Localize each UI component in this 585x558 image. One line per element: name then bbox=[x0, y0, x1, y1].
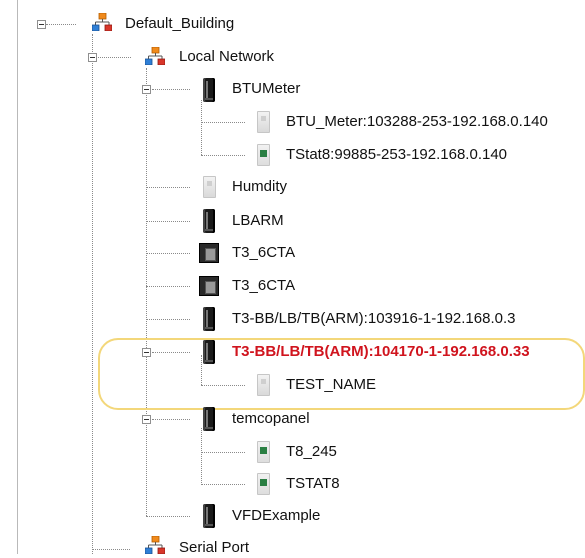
thermostat-icon bbox=[257, 144, 270, 166]
collapse-toggle[interactable] bbox=[88, 53, 97, 62]
thermostat-icon bbox=[257, 473, 270, 495]
tree-node-label: T8_245 bbox=[286, 443, 337, 460]
tree-node-label: TStat8:99885-253-192.168.0.140 bbox=[286, 146, 508, 163]
tree-line bbox=[201, 100, 202, 155]
collapse-toggle[interactable] bbox=[142, 415, 151, 424]
tree-line bbox=[201, 428, 202, 485]
tree-line bbox=[146, 253, 190, 254]
tree-node-label: BTU_Meter:103288-253-192.168.0.140 bbox=[286, 113, 548, 130]
tree-node-label: Default_Building bbox=[125, 15, 235, 32]
tree-line bbox=[152, 89, 190, 90]
tree-line bbox=[92, 549, 130, 550]
tree-line bbox=[201, 452, 245, 453]
controller-icon bbox=[199, 276, 219, 296]
thermostat-icon bbox=[257, 111, 270, 133]
tree-node-label: Humdity bbox=[232, 178, 288, 195]
tree-line bbox=[146, 319, 190, 320]
tree-node-label: LBARM bbox=[232, 212, 284, 229]
controller-icon bbox=[199, 243, 219, 263]
tree-node-label: BTUMeter bbox=[232, 80, 301, 97]
tree-node-label: T3-BB/LB/TB(ARM):104170-1-192.168.0.33 bbox=[232, 343, 530, 360]
tree-node-label: temcopanel bbox=[232, 410, 310, 427]
thermostat-icon bbox=[203, 176, 216, 198]
network-icon bbox=[145, 47, 165, 65]
tree-line bbox=[98, 57, 131, 58]
tree-node-label: T3_6CTA bbox=[232, 244, 296, 261]
controller-icon bbox=[203, 407, 215, 431]
tree-line bbox=[146, 187, 190, 188]
tree-line bbox=[146, 221, 190, 222]
tree-line bbox=[146, 68, 147, 516]
tree-line bbox=[152, 419, 190, 420]
tree-line bbox=[146, 516, 190, 517]
controller-icon bbox=[203, 504, 215, 528]
tree-node-label: T3_6CTA bbox=[232, 277, 296, 294]
tree-line bbox=[201, 155, 245, 156]
tree-node-label: T3-BB/LB/TB(ARM):103916-1-192.168.0.3 bbox=[232, 310, 516, 327]
thermostat-icon bbox=[257, 374, 270, 396]
controller-icon bbox=[203, 209, 215, 233]
tree-node-label: TEST_NAME bbox=[286, 376, 377, 393]
collapse-toggle[interactable] bbox=[142, 85, 151, 94]
collapse-toggle[interactable] bbox=[37, 20, 46, 29]
network-icon bbox=[92, 13, 112, 31]
controller-icon bbox=[203, 78, 215, 102]
tree-node-label: Serial Port bbox=[179, 539, 250, 556]
tree-panel-border bbox=[17, 0, 584, 554]
tree-line bbox=[46, 24, 76, 25]
tree-node-label: TSTAT8 bbox=[286, 475, 340, 492]
tree-node-label: Local Network bbox=[179, 48, 275, 65]
tree-line bbox=[201, 122, 245, 123]
tree-line bbox=[146, 286, 190, 287]
tree-node-label: VFDExample bbox=[232, 507, 321, 524]
controller-icon bbox=[203, 340, 215, 364]
network-icon bbox=[145, 536, 165, 554]
thermostat-icon bbox=[257, 441, 270, 463]
tree-line bbox=[201, 484, 245, 485]
device-tree: Default_Building Local Network BTUMeter … bbox=[0, 0, 585, 556]
controller-icon bbox=[203, 307, 215, 331]
tree-line bbox=[92, 34, 93, 554]
